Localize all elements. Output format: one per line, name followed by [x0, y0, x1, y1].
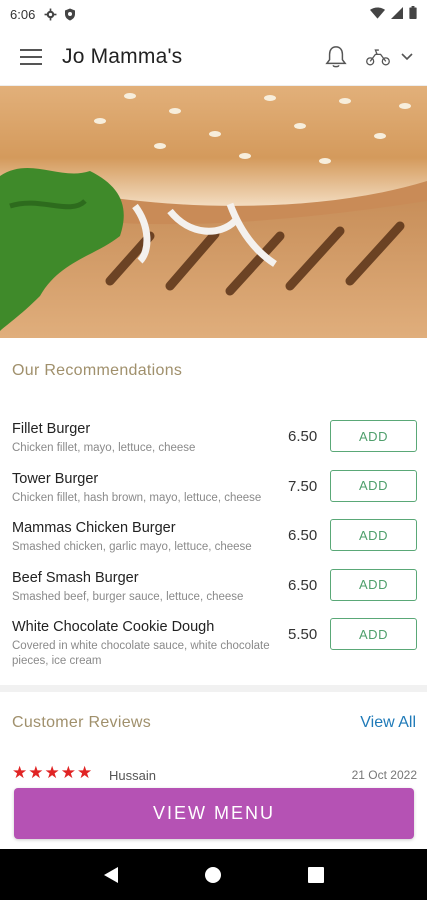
star-icon: ★	[60, 763, 76, 782]
app-header: Jo Mamma's	[0, 28, 427, 86]
system-nav-bar	[0, 849, 427, 900]
item-price: 5.50	[288, 626, 318, 643]
chevron-down-icon	[401, 52, 413, 60]
shield-icon	[63, 7, 77, 21]
bell-icon	[325, 45, 347, 67]
item-price: 6.50	[288, 428, 318, 445]
signal-icon	[391, 6, 403, 22]
star-icon: ★	[77, 763, 93, 782]
item-price: 6.50	[288, 576, 318, 594]
item-price: 6.50	[288, 527, 318, 544]
list-item: Beef Smash Burger Smashed beef, burger s…	[0, 568, 427, 619]
reviews-section: Customer Reviews View All ★ ★ ★ ★ ★ Huss…	[0, 692, 427, 792]
review-item[interactable]: ★ ★ ★ ★ ★ Hussain 21 Oct 2022	[12, 764, 417, 784]
review-date: 21 Oct 2022	[351, 768, 417, 782]
star-rating: ★ ★ ★ ★ ★	[12, 764, 92, 782]
view-menu-button[interactable]: VIEW MENU	[14, 788, 414, 839]
home-button[interactable]	[198, 860, 228, 890]
add-button[interactable]: ADD	[330, 568, 417, 601]
add-button[interactable]: ADD	[330, 519, 417, 551]
section-divider	[0, 685, 427, 692]
item-name: Beef Smash Burger	[12, 569, 139, 586]
add-button[interactable]: ADD	[330, 618, 417, 650]
gear-icon	[43, 7, 57, 21]
battery-icon	[409, 6, 417, 22]
list-item: White Chocolate Cookie Dough Covered in …	[0, 618, 427, 680]
star-icon: ★	[28, 763, 44, 782]
hero-image	[0, 86, 427, 338]
item-description: Smashed beef, burger sauce, lettuce, che…	[12, 590, 244, 603]
item-name: Fillet Burger	[12, 421, 91, 437]
status-bar: 6:06	[0, 0, 427, 28]
item-description: Smashed chicken, garlic mayo, lettuce, c…	[12, 541, 252, 553]
view-all-link[interactable]: View All	[360, 714, 416, 732]
recents-icon	[307, 866, 324, 883]
recents-button[interactable]	[301, 860, 331, 890]
star-icon: ★	[44, 763, 60, 782]
wifi-icon	[370, 7, 385, 22]
item-name: Tower Burger	[12, 470, 99, 487]
item-description: Covered in white chocolate sauce, white …	[12, 640, 270, 667]
burger-image	[0, 86, 427, 338]
add-button[interactable]: ADD	[330, 420, 417, 452]
item-price: 7.50	[288, 477, 318, 495]
menu-button[interactable]	[18, 44, 44, 70]
recommendations-list: Fillet Burger Chicken fillet, mayo, lett…	[0, 420, 427, 680]
list-item: Fillet Burger Chicken fillet, mayo, lett…	[0, 420, 427, 470]
recommendations-title: Our Recommendations	[12, 362, 183, 379]
status-right	[370, 6, 417, 22]
status-time: 6:06	[10, 6, 36, 22]
home-icon	[205, 866, 222, 883]
back-icon	[104, 866, 119, 883]
notifications-button[interactable]	[325, 45, 347, 69]
delivery-mode-selector[interactable]	[365, 47, 413, 67]
page-title: Jo Mamma's	[62, 44, 183, 68]
item-name: Mammas Chicken Burger	[12, 520, 176, 536]
item-name: White Chocolate Cookie Dough	[12, 619, 215, 635]
list-item: Tower Burger Chicken fillet, hash brown,…	[0, 469, 427, 520]
item-description: Chicken fillet, mayo, lettuce, cheese	[12, 442, 196, 454]
menu-icon	[20, 48, 42, 65]
header-actions	[325, 45, 413, 69]
star-icon: ★	[12, 763, 28, 782]
reviews-title: Customer Reviews	[12, 714, 152, 731]
list-item: Mammas Chicken Burger Smashed chicken, g…	[0, 519, 427, 569]
scooter-icon	[366, 48, 390, 65]
add-button[interactable]: ADD	[330, 469, 417, 502]
reviewer-name: Hussain	[109, 768, 156, 783]
back-button[interactable]	[96, 860, 126, 890]
item-description: Chicken fillet, hash brown, mayo, lettuc…	[12, 491, 262, 504]
